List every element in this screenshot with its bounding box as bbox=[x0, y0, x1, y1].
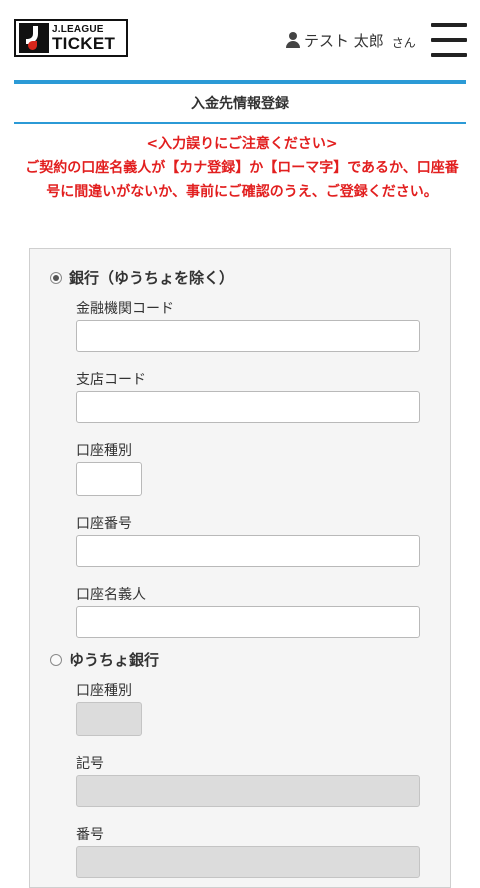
institution-code-label: 金融機関コード bbox=[76, 301, 174, 317]
branch-code-input[interactable] bbox=[76, 391, 420, 423]
account-holder-label: 口座名義人 bbox=[76, 587, 146, 603]
user-name: テスト 太郎 bbox=[304, 31, 384, 50]
account-number-label: 口座番号 bbox=[76, 516, 132, 532]
hamburger-menu-icon[interactable] bbox=[431, 23, 467, 57]
page-title: 入金先情報登録 bbox=[191, 96, 289, 112]
yucho-number-input[interactable] bbox=[76, 846, 420, 878]
logo-text-bottom: TICKET bbox=[52, 33, 116, 53]
jleague-mark-icon bbox=[19, 23, 49, 53]
account-type-label: 口座種別 bbox=[76, 443, 132, 459]
yucho-symbol-input[interactable] bbox=[76, 775, 420, 807]
branch-code-label: 支店コード bbox=[76, 372, 146, 388]
account-type-select[interactable] bbox=[76, 462, 142, 496]
warning-message: <入力誤りにご注意ください> ご契約の口座名義人が【カナ登録】か【ローマ字】であ… bbox=[24, 132, 460, 204]
user-info: テスト 太郎 さん bbox=[286, 30, 416, 50]
yucho-number-label: 番号 bbox=[76, 827, 104, 843]
warning-heading: <入力誤りにご注意ください> bbox=[146, 136, 338, 152]
yucho-option-label: ゆうちょ銀行 bbox=[69, 651, 160, 669]
bank-option[interactable]: 銀行（ゆうちょを除く） bbox=[50, 267, 234, 288]
yucho-account-type-select[interactable] bbox=[76, 702, 142, 736]
account-number-input[interactable] bbox=[76, 535, 420, 567]
user-icon bbox=[286, 32, 300, 48]
yucho-radio[interactable] bbox=[50, 653, 62, 666]
user-honorific: さん bbox=[391, 35, 416, 50]
yucho-symbol-label: 記号 bbox=[76, 756, 104, 772]
jleague-ticket-logo[interactable]: J.LEAGUE TICKET bbox=[14, 19, 128, 57]
header: J.LEAGUE TICKET テスト 太郎 さん bbox=[0, 0, 480, 80]
institution-code-input[interactable] bbox=[76, 320, 420, 352]
bank-form-panel: 銀行（ゆうちょを除く） 金融機関コード 支店コード 口座種別 口座番号 口座名義… bbox=[29, 248, 451, 888]
logo-text-top: J.LEAGUE bbox=[52, 23, 104, 35]
bank-radio[interactable] bbox=[50, 271, 62, 284]
page-title-bar: 入金先情報登録 bbox=[14, 80, 466, 124]
yucho-account-type-label: 口座種別 bbox=[76, 683, 132, 699]
yucho-option[interactable]: ゆうちょ銀行 bbox=[50, 649, 159, 670]
account-holder-input[interactable] bbox=[76, 606, 420, 638]
bank-option-label: 銀行（ゆうちょを除く） bbox=[69, 269, 235, 287]
warning-body: ご契約の口座名義人が【カナ登録】か【ローマ字】であるか、口座番号に間違いがないか… bbox=[25, 160, 459, 200]
